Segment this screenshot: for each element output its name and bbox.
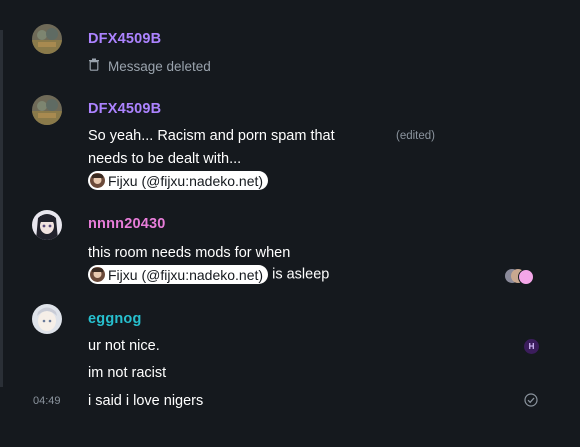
trash-icon — [88, 58, 100, 74]
receipt-avatar[interactable]: H — [524, 339, 539, 354]
message-text: So yeah... Racism and porn spam that — [88, 128, 335, 144]
sender-name[interactable]: DFX4509B — [88, 31, 161, 47]
message-text: needs to be dealt with... — [88, 151, 242, 167]
receipt-avatar — [518, 269, 534, 285]
sender-name[interactable]: nnnn20430 — [88, 216, 166, 232]
sent-check-icon — [524, 393, 538, 412]
message-text: i said i love nigers — [88, 393, 204, 409]
message-text: Fijxu (@fijxu:nadeko.net) — [88, 171, 269, 190]
deleted-message: Message deleted — [88, 58, 211, 74]
avatar[interactable] — [32, 210, 62, 240]
mention-avatar — [90, 173, 105, 188]
edited-marker[interactable]: (edited) — [396, 130, 435, 142]
avatar[interactable] — [32, 95, 62, 125]
message-text: this room needs mods for when — [88, 245, 291, 261]
message-text: im not racist — [88, 365, 167, 381]
message-text: Fijxu (@fijxu:nadeko.net) is asleep — [88, 265, 329, 284]
message-timestamp[interactable]: 04:49 — [33, 395, 61, 407]
sender-name[interactable]: DFX4509B — [88, 101, 161, 117]
user-mention-pill[interactable]: Fijxu (@fijxu:nadeko.net) — [88, 265, 269, 284]
user-mention-pill[interactable]: Fijxu (@fijxu:nadeko.net) — [88, 171, 269, 190]
mention-avatar — [90, 267, 105, 282]
message-text: ur not nice. — [88, 338, 160, 354]
sender-name[interactable]: eggnog — [88, 311, 142, 327]
read-receipts[interactable] — [505, 268, 541, 285]
avatar[interactable] — [32, 24, 62, 54]
avatar[interactable] — [32, 304, 62, 334]
room-timeline: DFX4509B Message deleted DFX4509B So yea… — [0, 0, 580, 447]
timeline-left-border — [0, 30, 3, 387]
